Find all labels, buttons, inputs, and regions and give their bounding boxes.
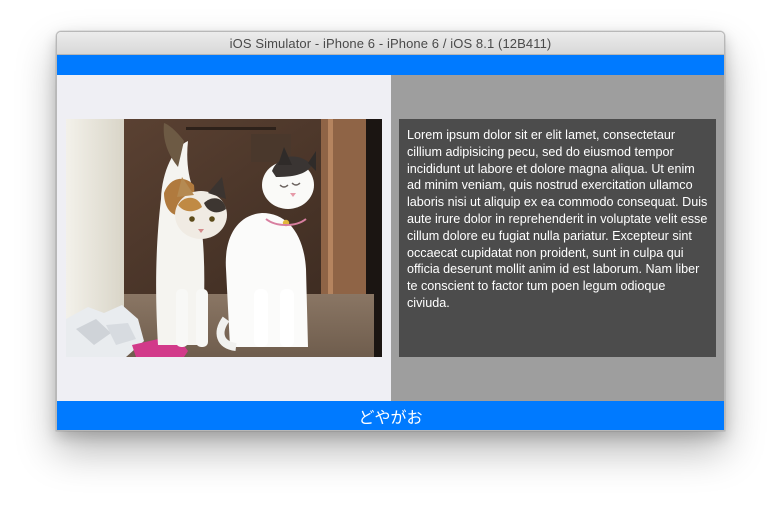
cats-photo xyxy=(66,119,382,357)
bottom-toolbar[interactable]: どやがお xyxy=(57,401,724,430)
simulator-screen: Lorem ipsum dolor sit er elit lamet, con… xyxy=(57,55,724,430)
right-pane: Lorem ipsum dolor sit er elit lamet, con… xyxy=(391,75,724,401)
status-bar xyxy=(57,55,724,75)
simulator-window: iOS Simulator - iPhone 6 - iPhone 6 / iO… xyxy=(56,31,725,431)
bottom-toolbar-label: どやがお xyxy=(358,407,423,427)
window-titlebar[interactable]: iOS Simulator - iPhone 6 - iPhone 6 / iO… xyxy=(57,32,724,55)
left-pane xyxy=(57,75,391,401)
cats-photo-image xyxy=(66,119,382,357)
window-title: iOS Simulator - iPhone 6 - iPhone 6 / iO… xyxy=(229,35,552,51)
body-text: Lorem ipsum dolor sit er elit lamet, con… xyxy=(407,128,708,310)
lorem-text-box: Lorem ipsum dolor sit er elit lamet, con… xyxy=(399,119,716,357)
